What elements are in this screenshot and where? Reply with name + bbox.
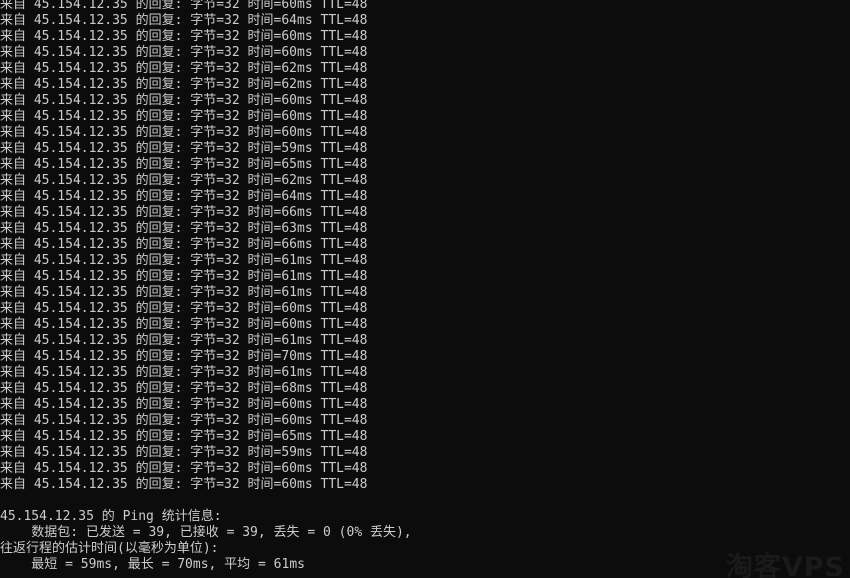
console-line: 来自 45.154.12.35 的回复: 字节=32 时间=70ms TTL=4… — [0, 349, 368, 364]
console-line: 45.154.12.35 的 Ping 统计信息: — [0, 509, 222, 524]
console-line: 来自 45.154.12.35 的回复: 字节=32 时间=65ms TTL=4… — [0, 157, 368, 172]
console-line: 来自 45.154.12.35 的回复: 字节=32 时间=60ms TTL=4… — [0, 45, 368, 60]
console-output: 来自 45.154.12.35 的回复: 字节=32 时间=60ms TTL=4… — [0, 0, 850, 573]
console-line: 来自 45.154.12.35 的回复: 字节=32 时间=60ms TTL=4… — [0, 461, 368, 476]
console-line: 来自 45.154.12.35 的回复: 字节=32 时间=59ms TTL=4… — [0, 445, 368, 460]
console-line: 来自 45.154.12.35 的回复: 字节=32 时间=60ms TTL=4… — [0, 397, 368, 412]
console-line: 来自 45.154.12.35 的回复: 字节=32 时间=61ms TTL=4… — [0, 285, 368, 300]
console-line: 来自 45.154.12.35 的回复: 字节=32 时间=60ms TTL=4… — [0, 413, 368, 428]
console-line: 来自 45.154.12.35 的回复: 字节=32 时间=60ms TTL=4… — [0, 29, 368, 44]
console-line: 来自 45.154.12.35 的回复: 字节=32 时间=66ms TTL=4… — [0, 237, 368, 252]
console-line: 来自 45.154.12.35 的回复: 字节=32 时间=61ms TTL=4… — [0, 365, 368, 380]
console-line: 最短 = 59ms, 最长 = 70ms, 平均 = 61ms — [0, 557, 305, 572]
console-line: 来自 45.154.12.35 的回复: 字节=32 时间=64ms TTL=4… — [0, 189, 368, 204]
console-line: 来自 45.154.12.35 的回复: 字节=32 时间=60ms TTL=4… — [0, 0, 368, 12]
console-line: 来自 45.154.12.35 的回复: 字节=32 时间=60ms TTL=4… — [0, 109, 368, 124]
console-line: 来自 45.154.12.35 的回复: 字节=32 时间=68ms TTL=4… — [0, 381, 368, 396]
terminal-window[interactable]: 来自 45.154.12.35 的回复: 字节=32 时间=60ms TTL=4… — [0, 0, 850, 578]
console-line: 来自 45.154.12.35 的回复: 字节=32 时间=65ms TTL=4… — [0, 429, 368, 444]
console-line: 来自 45.154.12.35 的回复: 字节=32 时间=59ms TTL=4… — [0, 141, 368, 156]
console-line: 来自 45.154.12.35 的回复: 字节=32 时间=61ms TTL=4… — [0, 253, 368, 268]
console-line: 来自 45.154.12.35 的回复: 字节=32 时间=62ms TTL=4… — [0, 61, 368, 76]
console-line: 往返行程的估计时间(以毫秒为单位): — [0, 541, 219, 556]
console-line: 来自 45.154.12.35 的回复: 字节=32 时间=62ms TTL=4… — [0, 173, 368, 188]
console-line: 来自 45.154.12.35 的回复: 字节=32 时间=62ms TTL=4… — [0, 77, 368, 92]
console-line: 来自 45.154.12.35 的回复: 字节=32 时间=60ms TTL=4… — [0, 93, 368, 108]
console-line: 来自 45.154.12.35 的回复: 字节=32 时间=64ms TTL=4… — [0, 13, 368, 28]
console-line: 来自 45.154.12.35 的回复: 字节=32 时间=60ms TTL=4… — [0, 125, 368, 140]
console-line: 来自 45.154.12.35 的回复: 字节=32 时间=63ms TTL=4… — [0, 221, 368, 236]
console-line: 来自 45.154.12.35 的回复: 字节=32 时间=60ms TTL=4… — [0, 301, 368, 316]
console-line: 来自 45.154.12.35 的回复: 字节=32 时间=61ms TTL=4… — [0, 269, 368, 284]
console-line: 来自 45.154.12.35 的回复: 字节=32 时间=61ms TTL=4… — [0, 333, 368, 348]
console-line: 来自 45.154.12.35 的回复: 字节=32 时间=66ms TTL=4… — [0, 205, 368, 220]
console-line: 来自 45.154.12.35 的回复: 字节=32 时间=60ms TTL=4… — [0, 477, 368, 492]
console-line: 来自 45.154.12.35 的回复: 字节=32 时间=60ms TTL=4… — [0, 317, 368, 332]
console-line: 数据包: 已发送 = 39, 已接收 = 39, 丢失 = 0 (0% 丢失), — [0, 525, 412, 540]
